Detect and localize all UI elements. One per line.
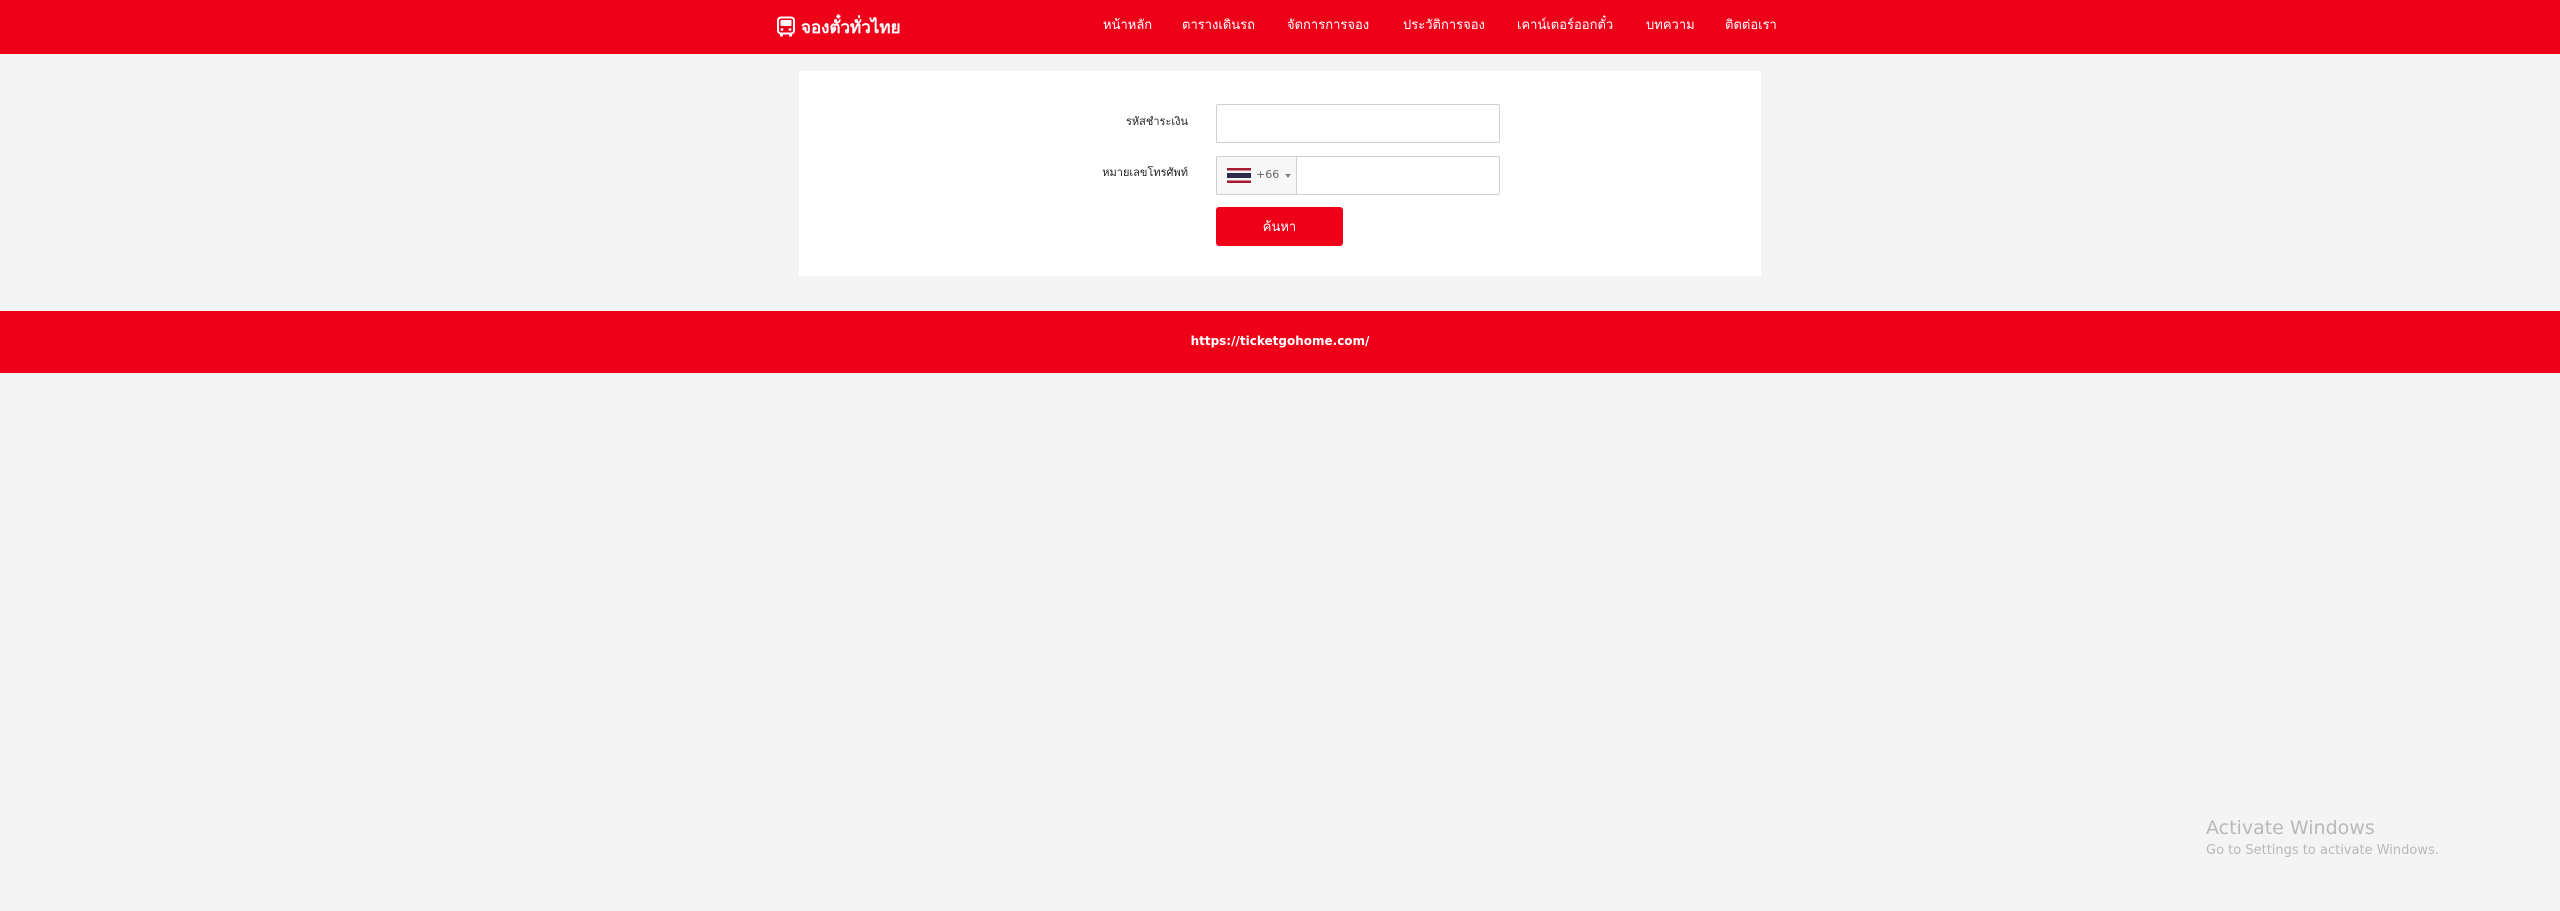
phone-label: หมายเลขโทรศัพท์ — [1102, 166, 1188, 179]
payment-code-input[interactable] — [1216, 104, 1500, 143]
phone-field: +66 — [1216, 156, 1500, 195]
bus-icon — [776, 16, 796, 38]
top-navbar: จองตั๋วทั่วไทย หน้าหลัก ตารางเดินรถ จัดก… — [0, 0, 2560, 54]
search-button[interactable]: ค้นหา — [1216, 207, 1343, 246]
nav-timetable[interactable]: ตารางเดินรถ — [1182, 14, 1255, 34]
footer: https://ticketgohome.com/ — [0, 311, 2560, 373]
nav-manage-booking[interactable]: จัดการการจอง — [1287, 14, 1369, 34]
nav-home[interactable]: หน้าหลัก — [1103, 14, 1152, 34]
nav-contact[interactable]: ติดต่อเรา — [1725, 14, 1777, 34]
payment-code-label: รหัสชำระเงิน — [1126, 115, 1188, 128]
country-code: +66 — [1256, 168, 1280, 181]
phone-input[interactable] — [1298, 157, 1499, 194]
nav-ticket-counter[interactable]: เคาน์เตอร์ออกตั๋ว — [1517, 14, 1613, 34]
thailand-flag-icon — [1227, 168, 1251, 183]
brand-name: จองตั๋วทั่วไทย — [801, 17, 901, 38]
chevron-down-icon — [1285, 174, 1291, 178]
footer-website-link[interactable]: https://ticketgohome.com/ — [0, 334, 2560, 348]
nav-booking-history[interactable]: ประวัติการจอง — [1403, 14, 1485, 34]
brand-logo[interactable]: จองตั๋วทั่วไทย — [776, 14, 901, 40]
nav-articles[interactable]: บทความ — [1646, 14, 1695, 34]
windows-activation-title: Activate Windows — [2206, 817, 2375, 839]
windows-activation-subtitle: Go to Settings to activate Windows. — [2206, 843, 2439, 858]
country-code-select[interactable]: +66 — [1217, 157, 1297, 194]
